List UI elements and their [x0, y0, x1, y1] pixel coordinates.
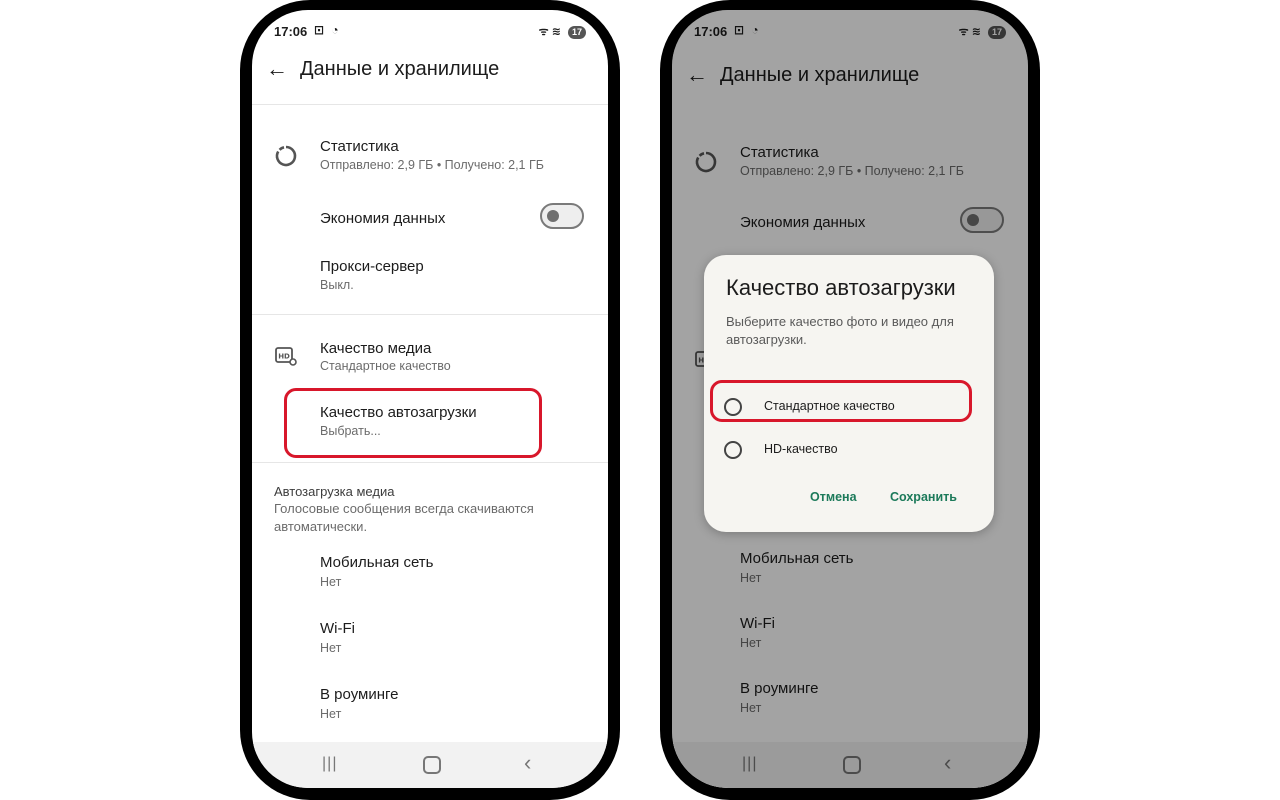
mobile-network-subtitle: Нет [320, 575, 342, 589]
cancel-button[interactable]: Отмена [810, 490, 857, 504]
statistics-subtitle: Отправлено: 2,9 ГБ • Получено: 2,1 ГБ [320, 158, 544, 172]
screen-left: 17:06 ⊡ ◔ ᯤ ≋ 17 ← Данные и хранилище Ст… [252, 10, 608, 788]
statistics-row[interactable]: Статистика Отправлено: 2,9 ГБ • Получено… [252, 136, 608, 186]
toggle-knob [547, 210, 559, 222]
wifi-subtitle: Нет [320, 641, 342, 655]
media-quality-row[interactable]: HD Качество медиа Стандартное качество [252, 338, 608, 378]
phone-left: 17:06 ⊡ ◔ ᯤ ≋ 17 ← Данные и хранилище Ст… [240, 0, 620, 800]
highlight-frame [284, 388, 542, 458]
upload-quality-dialog: Качество автозагрузки Выберите качество … [704, 255, 994, 532]
proxy-subtitle: Выкл. [320, 278, 354, 292]
proxy-title: Прокси-сервер [320, 258, 424, 275]
svg-text:HD: HD [278, 353, 290, 361]
dialog-description: Выберите качество фото и видео для автоз… [726, 314, 954, 347]
status-time: 17:06 [274, 24, 308, 39]
data-saver-title: Экономия данных [320, 210, 446, 227]
radio-icon[interactable] [724, 441, 742, 459]
data-saver-row[interactable]: Экономия данных [252, 202, 608, 238]
proxy-row[interactable]: Прокси-сервер Выкл. [252, 258, 608, 298]
option-hd-quality[interactable]: HD-качество [714, 431, 976, 471]
dialog-title: Качество автозагрузки [726, 275, 956, 300]
roaming-row[interactable]: В роуминге Нет [252, 686, 608, 726]
section-description: Голосовые сообщения всегда скачиваются а… [274, 501, 534, 534]
notification-icons: ⊡ ◔ [314, 23, 341, 37]
section-header-autodownload: Автозагрузка медиа [274, 484, 395, 499]
back-icon[interactable]: ‹ [524, 750, 531, 776]
data-saver-toggle[interactable] [540, 203, 584, 229]
status-right: ᯤ ≋ 17 [539, 24, 586, 39]
roaming-title: В роуминге [320, 686, 399, 703]
battery-icon: 17 [567, 26, 586, 39]
media-quality-title: Качество медиа [320, 340, 432, 357]
media-quality-subtitle: Стандартное качество [320, 359, 451, 373]
divider [252, 314, 608, 315]
phone-right: 17:06 ⊡ ◔ ᯤ ≋ 17 ← Данные и хранилище Ст… [660, 0, 1040, 800]
page-title: Данные и хранилище [300, 58, 500, 80]
app-bar: ← Данные и хранилище [252, 54, 608, 102]
hd-settings-icon: HD [275, 347, 297, 366]
statistics-title: Статистика [320, 138, 399, 155]
status-bar: 17:06 ⊡ ◔ ᯤ ≋ 17 [274, 23, 586, 42]
screen-right: 17:06 ⊡ ◔ ᯤ ≋ 17 ← Данные и хранилище Ст… [672, 10, 1028, 788]
wifi-title: Wi-Fi [320, 620, 355, 637]
divider [252, 462, 608, 463]
nav-bar: ||| ‹ [252, 742, 608, 788]
data-usage-icon [275, 145, 297, 167]
arrow-left-icon[interactable]: ← [266, 56, 288, 82]
home-icon[interactable] [423, 756, 441, 774]
recents-icon[interactable]: ||| [322, 755, 337, 773]
wifi-row[interactable]: Wi-Fi Нет [252, 620, 608, 660]
divider [252, 104, 608, 105]
highlight-frame [710, 380, 972, 422]
save-button[interactable]: Сохранить [890, 490, 957, 504]
option-label: HD-качество [764, 442, 838, 456]
mobile-network-row[interactable]: Мобильная сеть Нет [252, 554, 608, 594]
mobile-network-title: Мобильная сеть [320, 554, 434, 571]
roaming-subtitle: Нет [320, 707, 342, 721]
signal-icon: ᯤ ≋ [538, 26, 561, 38]
